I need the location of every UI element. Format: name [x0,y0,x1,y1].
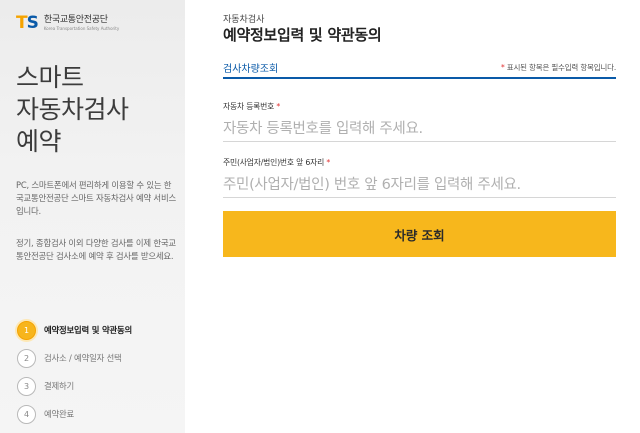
step-2: 2 검사소 / 예약일자 선택 [17,344,132,372]
section-tab-bar: 검사차량조회 * 표시된 항목은 필수입력 항목입니다. [223,57,616,79]
step-label: 검사소 / 예약일자 선택 [44,353,122,363]
hero-title: 스마트 자동차검사 예약 [16,62,129,158]
field-label-text: 주민(사업자/법인)번호 앞 6자리 [223,158,325,167]
step-1: 1 예약정보입력 및 약관동의 [17,316,132,344]
required-note-text: 표시된 항목은 필수입력 항목입니다. [504,63,616,72]
logo-text: 한국교통안전공단 Korea Transportation Safety Aut… [44,15,119,31]
step-progress: 1 예약정보입력 및 약관동의 2 검사소 / 예약일자 선택 3 결제하기 4… [17,316,132,428]
required-star: * [276,102,281,111]
resident-number-field: 주민(사업자/법인)번호 앞 6자리 * [223,150,616,198]
logo-name-ko: 한국교통안전공단 [43,15,108,25]
step-label: 예약정보입력 및 약관동의 [44,325,132,335]
resident-number-input[interactable] [223,172,616,198]
step-number: 3 [17,376,36,396]
hero-line: 스마트 [16,63,84,92]
step-label: 예약완료 [44,409,75,419]
field-label: 자동차 등록번호 * [223,102,280,111]
step-number: 4 [17,404,36,424]
sidebar: TS 한국교통안전공단 Korea Transportation Safety … [0,0,185,433]
service-description: PC, 스마트폰에서 편리하게 이용할 수 있는 한국교통안전공단 스마트 자동… [16,180,176,216]
step-3: 3 결제하기 [17,372,132,400]
logo-mark-s: S [26,13,39,33]
step-label: 결제하기 [44,381,75,391]
vehicle-lookup-button[interactable]: 차량 조회 [223,211,616,257]
field-label-text: 자동차 등록번호 [223,102,275,111]
step-4: 4 예약완료 [17,400,132,428]
required-note: * 표시된 항목은 필수입력 항목입니다. [501,62,616,73]
main-content: 자동차검사 예약정보입력 및 약관동의 검사차량조회 * 표시된 항목은 필수입… [223,0,616,433]
brand-logo[interactable]: TS 한국교통안전공단 Korea Transportation Safety … [16,14,119,32]
registration-number-input[interactable] [223,116,616,142]
logo-name-en: Korea Transportation Safety Authority [43,26,120,31]
logo-mark-t: T [16,13,28,33]
registration-number-field: 자동차 등록번호 * [223,94,616,142]
step-number: 2 [17,348,36,368]
tab-vehicle-lookup[interactable]: 검사차량조회 [223,60,278,75]
hero-line: 예약 [16,127,62,156]
field-label: 주민(사업자/법인)번호 앞 6자리 * [223,158,330,167]
required-star: * [326,158,331,167]
hero-line: 자동차검사 [16,95,129,124]
step-number: 1 [17,320,36,340]
page-title: 예약정보입력 및 약관동의 [223,26,382,44]
service-guide: 정기, 종합검사 이외 다양한 검사를 이제 한국교통안전공단 검사소에 예약 … [16,238,176,261]
ts-logo-mark: TS [16,14,39,32]
